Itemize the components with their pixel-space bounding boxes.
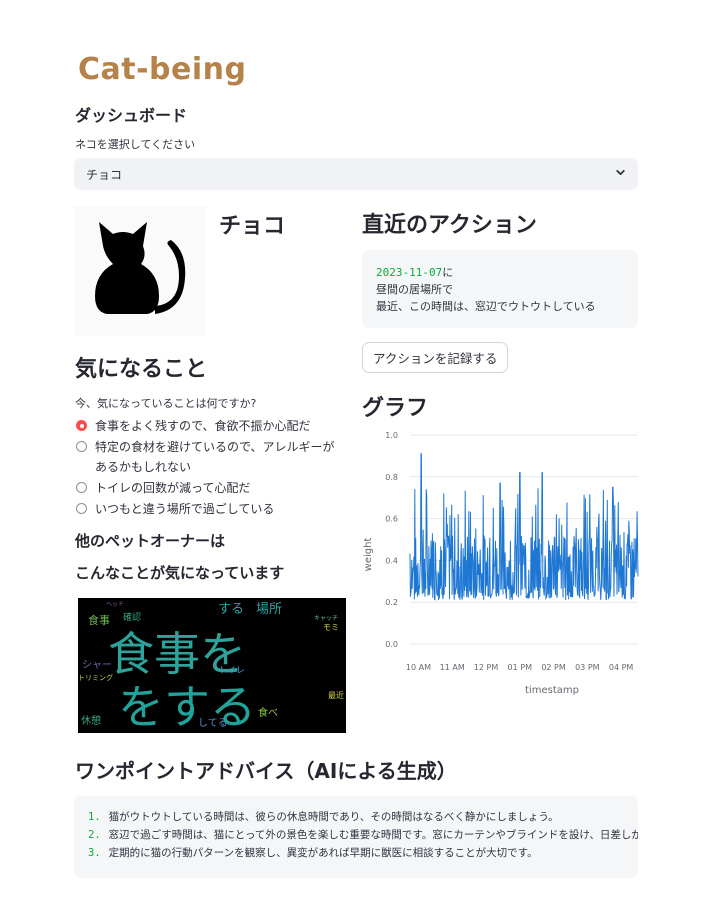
chart-x-tick-label: 10 AM (406, 663, 431, 672)
others-title-line1: 他のペットオーナーは (75, 532, 226, 550)
advice-number: 2. (88, 829, 101, 841)
advice-text: 猫がウトウトしている時間は、彼らの休息時間であり、その時間はなるべく静かにしまし… (108, 811, 559, 823)
cat-silhouette-icon (95, 222, 186, 314)
chart-x-tick-label: 01 PM (508, 663, 533, 672)
radio-icon (76, 503, 87, 514)
record-action-button[interactable]: アクションを記録する (362, 342, 509, 373)
concern-option[interactable]: 食事をよく残すので、食欲不振か心配だ (75, 416, 340, 436)
concern-option[interactable]: 特定の食材を避けているので、アレルギーがあるかもしれない (75, 437, 340, 477)
wordcloud-word: ヘッド (106, 601, 124, 608)
recent-action-title: 直近のアクション (362, 213, 537, 238)
concern-title: 気になること (75, 357, 208, 382)
cat-select[interactable]: チョコ (74, 158, 638, 190)
wordcloud-word: トリミング (78, 673, 113, 682)
chevron-down-icon (615, 167, 626, 182)
wordcloud-word: をする (118, 680, 256, 733)
concern-option-label: 食事をよく残すので、食欲不振か心配だ (95, 419, 311, 433)
recent-action-card: 2023-11-07に 昼間の居場所で 最近、この時間は、窓辺でウトウトしている (362, 250, 638, 328)
recent-action-date-suffix: に (442, 266, 454, 279)
cat-select-label: ネコを選択してください (75, 138, 196, 151)
chart-series-line (409, 453, 639, 601)
advice-card: 1. 猫がウトウトしている時間は、彼らの休息時間であり、その時間はなるべく静かにし… (74, 796, 638, 878)
chart-y-tick-label: 0.2 (385, 598, 398, 607)
advice-item: 3. 定期的に猫の行動パターンを観察し、異変があれば早期に獣医に相談することが大切… (88, 844, 638, 862)
advice-number: 1. (88, 811, 101, 823)
wordcloud-word: 最近 (328, 690, 344, 700)
wordcloud-word: 場所 (256, 602, 282, 617)
wordcloud-word: モミ (323, 623, 339, 632)
chart-x-axis-label: timestamp (525, 685, 579, 696)
chart-y-tick-label: 0.4 (385, 556, 398, 565)
concern-option-label: トイレの回数が減って心配だ (95, 481, 251, 495)
wordcloud-image: 確認 する 場所 食事 ヘッド キャッチ モミ 食事を をする シャー トリミン… (78, 598, 346, 733)
wordcloud-word: トイレ (218, 666, 245, 676)
concern-option-label: いつもと違う場所で過ごしている (95, 502, 275, 516)
chart-y-tick-label: 0.8 (385, 473, 398, 482)
recent-action-place: 昼間の居場所で (376, 283, 453, 296)
chart-y-tick-label: 1.0 (385, 431, 398, 440)
wordcloud-word: 休憩 (81, 714, 101, 727)
radio-selected-icon (76, 420, 87, 431)
advice-number: 3. (88, 847, 101, 859)
chart-x-tick-label: 12 PM (474, 663, 499, 672)
cat-name: チョコ (219, 214, 286, 239)
concern-option-label: 特定の食材を避けているので、アレルギーがあるかもしれない (95, 440, 335, 474)
chart-y-tick-label: 0.6 (385, 515, 398, 524)
cat-select-value: チョコ (86, 167, 123, 182)
wordcloud-word: キャッチ (314, 615, 338, 622)
advice-title: ワンポイントアドバイス（AIによる生成） (75, 759, 457, 783)
recent-action-detail: 最近、この時間は、窓辺でウトウトしている (376, 300, 596, 313)
concern-radio-group: 食事をよく残すので、食欲不振か心配だ 特定の食材を避けているので、アレルギーがあ… (75, 416, 340, 520)
cat-image (75, 206, 205, 336)
wordcloud-word: してる (198, 717, 228, 729)
wordcloud-word: 確認 (123, 611, 141, 623)
advice-item: 2. 窓辺で過ごす時間は、猫にとって外の景色を楽しむ重要な時間です。窓にカーテンや… (88, 826, 638, 844)
concern-question: 今、気になっていることは何ですか? (75, 397, 257, 410)
advice-text: 窓辺で過ごす時間は、猫にとって外の景色を楽しむ重要な時間です。窓にカーテンやブラ… (108, 829, 638, 841)
wordcloud-word: 食事 (88, 613, 110, 627)
radio-icon (76, 441, 87, 452)
wordcloud-word: する (218, 602, 244, 617)
wordcloud-word: シャー (82, 660, 112, 671)
chart-y-tick-label: 0.0 (385, 640, 398, 649)
weight-chart: 0.0 0.2 0.4 0.6 0.8 1.0 10 AM 11 AM 12 PM 01 PM 02… (355, 423, 640, 703)
others-title-line2: こんなことが気になっています (75, 564, 285, 582)
chart-x-tick-label: 04 PM (609, 663, 634, 672)
concern-option[interactable]: トイレの回数が減って心配だ (75, 478, 340, 498)
radio-icon (76, 482, 87, 493)
chart-x-tick-label: 03 PM (575, 663, 600, 672)
advice-text: 定期的に猫の行動パターンを観察し、異変があれば早期に獣医に相談することが大切です… (108, 847, 538, 859)
app-logo: Cat-being (78, 52, 247, 87)
advice-item: 1. 猫がウトウトしている時間は、彼らの休息時間であり、その時間はなるべく静かにし… (88, 808, 638, 826)
chart-y-axis-label: weight (363, 538, 374, 572)
concern-option[interactable]: いつもと違う場所で過ごしている (75, 499, 340, 519)
dashboard-title: ダッシュボード (75, 106, 188, 125)
recent-action-date: 2023-11-07 (376, 266, 443, 279)
graph-title: グラフ (362, 396, 429, 421)
chart-x-tick-label: 02 PM (541, 663, 566, 672)
wordcloud-word: 食べ (258, 706, 278, 719)
chart-x-tick-label: 11 AM (440, 663, 465, 672)
